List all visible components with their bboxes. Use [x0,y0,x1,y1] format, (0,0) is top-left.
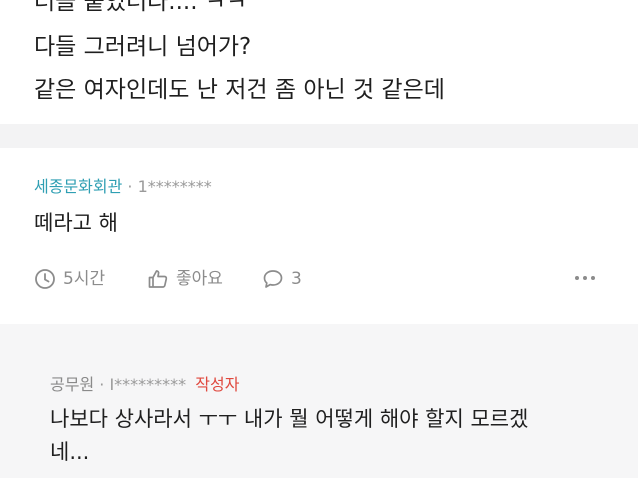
reply-count-button[interactable]: 3 [262,266,302,292]
reply-text-line: 나보다 상사라서 ㅜㅜ 내가 뭘 어떻게 해야 할지 모르겠 [50,407,529,431]
comment-item: 세종문화회관 · 1******** 떼라고 해 [0,148,638,324]
comment-user: 1******** [137,177,212,196]
reply-department[interactable]: 공무원 [50,375,94,394]
reply-meta: 공무원 · I********* 작성자 [50,375,239,395]
post-text-line: 터들 붙었더라.... ㅋㅋ [34,0,248,15]
meta-separator: · [127,177,133,196]
comment-meta: 세종문화회관 · 1******** [34,177,212,197]
post-text-line: 같은 여자인데도 난 저건 좀 아닌 것 같은데 [34,77,445,103]
clock-icon [34,268,56,290]
like-label: 좋아요 [176,269,223,289]
time-stamp: 5시간 [34,266,105,292]
comment-actions: 5시간 좋아요 3 [34,266,604,292]
reply-text-line: 네... [50,440,90,464]
comment-text: 떼라고 해 [34,211,118,235]
thumbs-up-icon [147,268,169,290]
author-badge: 작성자 [195,375,240,394]
reply-count: 3 [291,269,302,289]
comment-department[interactable]: 세종문화회관 [34,177,122,196]
more-dots-icon[interactable] [574,268,596,287]
section-divider [0,124,638,148]
reply-item: 공무원 · I********* 작성자 나보다 상사라서 ㅜㅜ 내가 뭘 어떻… [0,324,638,478]
like-button[interactable]: 좋아요 [147,266,223,292]
time-label: 5시간 [63,269,106,289]
meta-separator: · [99,375,105,394]
reply-user: I********* [109,375,187,394]
comment-bubble-icon [262,268,284,290]
post-text-line: 다들 그러려니 넘어가? [34,34,252,60]
post-body: 터들 붙었더라.... ㅋㅋ 다들 그러려니 넘어가? 같은 여자인데도 난 저… [0,0,638,124]
